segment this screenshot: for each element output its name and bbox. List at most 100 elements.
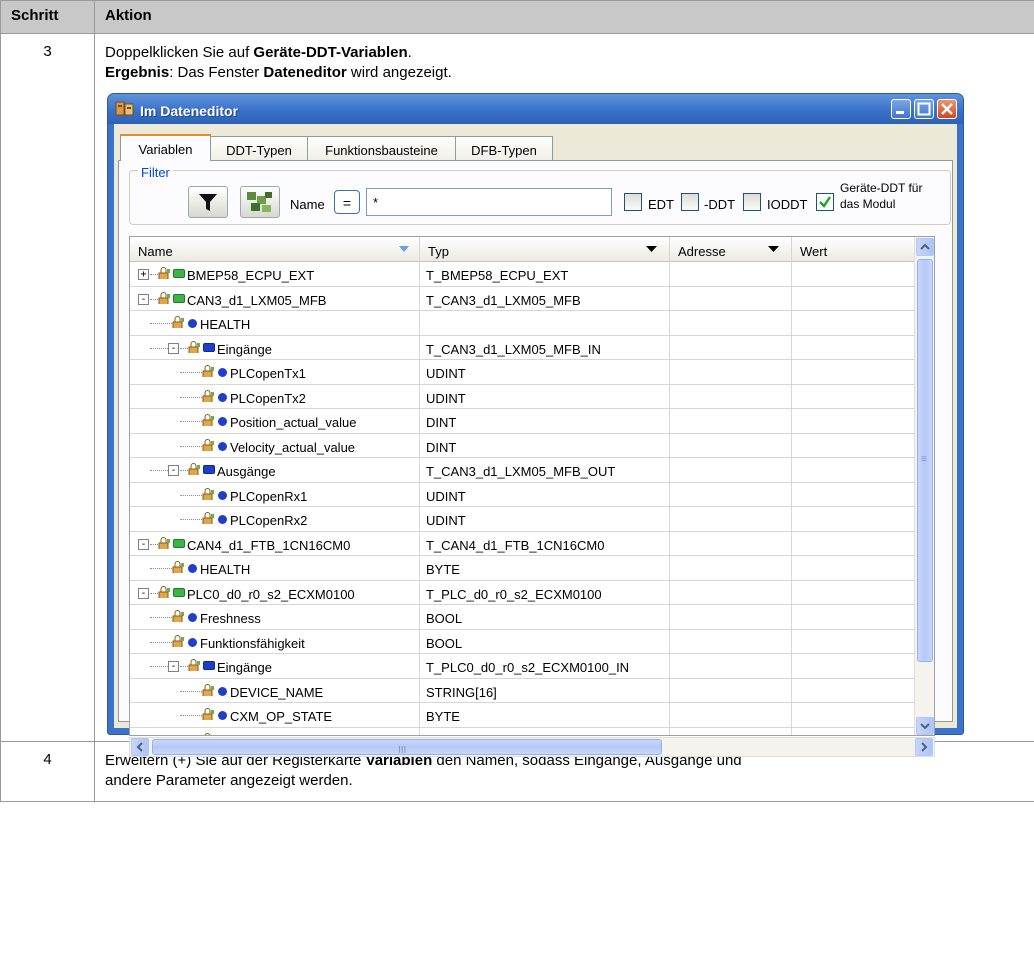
address-cell[interactable] <box>670 409 792 433</box>
value-cell[interactable] <box>792 580 916 604</box>
table-row[interactable]: - CAN3_d1_LXM05_MFB T_CAN3_d1_LXM05_MFB <box>130 286 916 311</box>
type-cell[interactable]: UDINT <box>420 482 670 506</box>
table-row[interactable]: + BMEP58_ECPU_EXT T_BMEP58_ECPU_EXT <box>130 262 916 287</box>
type-cell[interactable]: BYTE <box>420 556 670 580</box>
tab-variablen[interactable]: Variablen <box>120 134 211 161</box>
table-row[interactable]: - PLC0_d0_r0_s2_ECXM0100 T_PLC_d0_r0_s2_EC… <box>130 580 916 605</box>
value-cell[interactable] <box>792 482 916 506</box>
filter-funnel-button[interactable] <box>188 186 228 218</box>
value-cell[interactable] <box>792 703 916 727</box>
type-cell[interactable]: BOOL <box>420 605 670 629</box>
name-cell[interactable]: CXM_OP_STATE <box>130 703 420 727</box>
name-cell[interactable]: - Eingänge <box>130 654 420 678</box>
filter-structure-button[interactable] <box>240 186 280 218</box>
table-row[interactable]: PLCopenRx2 UDINT <box>130 507 916 532</box>
expand-icon[interactable]: + <box>138 269 149 280</box>
address-cell[interactable] <box>670 580 792 604</box>
type-cell[interactable]: T_CAN3_d1_LXM05_MFB_OUT <box>420 458 670 482</box>
value-cell[interactable] <box>792 409 916 433</box>
scroll-right-button[interactable] <box>915 738 933 756</box>
name-cell[interactable]: PLCopenRx2 <box>130 507 420 531</box>
table-row[interactable]: - Ausgänge T_CAN3_d1_LXM05_MFB_OUT <box>130 458 916 483</box>
name-cell[interactable]: Freshness <box>130 605 420 629</box>
type-cell[interactable]: T_CAN4_d1_FTB_1CN16CM0 <box>420 531 670 555</box>
address-cell[interactable] <box>670 360 792 384</box>
table-row[interactable]: DEVICE_NAME STRING[16] <box>130 678 916 703</box>
address-cell[interactable] <box>670 507 792 531</box>
name-cell[interactable]: - Eingänge <box>130 335 420 359</box>
table-row[interactable]: HEALTH <box>130 311 916 336</box>
collapse-icon[interactable]: - <box>168 661 179 672</box>
equals-button[interactable]: = <box>334 190 360 214</box>
table-row[interactable]: Funktionsfähigkeit BOOL <box>130 629 916 654</box>
type-cell[interactable]: T_PLC0_d0_r0_s2_ECXM0100_IN <box>420 654 670 678</box>
scroll-down-button[interactable] <box>916 717 934 735</box>
type-cell[interactable]: UDINT <box>420 384 670 408</box>
ioddt-checkbox[interactable] <box>743 193 761 211</box>
name-cell[interactable]: Velocity_actual_value <box>130 433 420 457</box>
value-cell[interactable] <box>792 384 916 408</box>
value-cell[interactable] <box>792 654 916 678</box>
table-row[interactable]: Position_actual_value DINT <box>130 409 916 434</box>
table-row[interactable]: CXM_REDUND_STATE BYTE <box>130 727 916 735</box>
name-cell[interactable]: HEALTH <box>130 311 420 335</box>
name-cell[interactable]: - CAN4_d1_FTB_1CN16CM0 <box>130 531 420 555</box>
horizontal-scrollbar[interactable]: III <box>129 737 935 757</box>
value-cell[interactable] <box>792 678 916 702</box>
name-cell[interactable]: - PLC0_d0_r0_s2_ECXM0100 <box>130 580 420 604</box>
value-cell[interactable] <box>792 262 916 286</box>
address-cell[interactable] <box>670 531 792 555</box>
address-cell[interactable] <box>670 629 792 653</box>
edt-checkbox[interactable] <box>624 193 642 211</box>
type-cell[interactable]: T_PLC_d0_r0_s2_ECXM0100 <box>420 580 670 604</box>
type-cell[interactable]: DINT <box>420 433 670 457</box>
vertical-scroll-thumb[interactable]: ≡ <box>917 259 933 662</box>
type-cell[interactable]: BOOL <box>420 629 670 653</box>
type-cell[interactable]: DINT <box>420 409 670 433</box>
tab-funktionsbausteine[interactable]: Funktionsbausteine <box>307 136 456 160</box>
type-cell[interactable]: UDINT <box>420 507 670 531</box>
device-ddt-checkbox[interactable] <box>816 193 834 211</box>
column-header-typ[interactable]: Typ <box>420 237 670 262</box>
name-cell[interactable]: PLCopenRx1 <box>130 482 420 506</box>
tab-dfb-typen[interactable]: DFB-Typen <box>455 136 553 160</box>
value-cell[interactable] <box>792 629 916 653</box>
value-cell[interactable] <box>792 605 916 629</box>
address-cell[interactable] <box>670 727 792 735</box>
value-cell[interactable] <box>792 311 916 335</box>
collapse-icon[interactable]: - <box>138 538 149 550</box>
value-cell[interactable] <box>792 556 916 580</box>
column-header-name[interactable]: Name <box>130 237 420 262</box>
maximize-button[interactable] <box>914 99 934 119</box>
collapse-icon[interactable]: - <box>138 587 149 599</box>
ddt-checkbox[interactable] <box>681 193 699 211</box>
type-cell[interactable]: UDINT <box>420 360 670 384</box>
minimize-button[interactable] <box>891 99 911 119</box>
address-cell[interactable] <box>670 262 792 286</box>
address-cell[interactable] <box>670 384 792 408</box>
column-header-adresse[interactable]: Adresse <box>670 237 792 262</box>
value-cell[interactable] <box>792 727 916 735</box>
value-cell[interactable] <box>792 531 916 555</box>
type-cell[interactable]: T_BMEP58_ECPU_EXT <box>420 262 670 286</box>
value-cell[interactable] <box>792 286 916 310</box>
scroll-up-button[interactable] <box>916 238 934 256</box>
name-cell[interactable]: - Ausgänge <box>130 458 420 482</box>
table-row[interactable]: PLCopenTx1 UDINT <box>130 360 916 385</box>
address-cell[interactable] <box>670 433 792 457</box>
address-cell[interactable] <box>670 703 792 727</box>
table-row[interactable]: PLCopenTx2 UDINT <box>130 384 916 409</box>
table-row[interactable]: - CAN4_d1_FTB_1CN16CM0 T_CAN4_d1_FTB_1CN16… <box>130 531 916 556</box>
value-cell[interactable] <box>792 507 916 531</box>
address-cell[interactable] <box>670 654 792 678</box>
address-cell[interactable] <box>670 678 792 702</box>
name-cell[interactable]: Position_actual_value <box>130 409 420 433</box>
close-button[interactable] <box>937 99 957 119</box>
type-cell[interactable]: T_CAN3_d1_LXM05_MFB_IN <box>420 335 670 359</box>
table-row[interactable]: CXM_OP_STATE BYTE <box>130 703 916 728</box>
address-cell[interactable] <box>670 311 792 335</box>
type-cell[interactable]: T_CAN3_d1_LXM05_MFB <box>420 286 670 310</box>
address-cell[interactable] <box>670 286 792 310</box>
name-cell[interactable]: Funktionsfähigkeit <box>130 629 420 653</box>
type-cell[interactable]: STRING[16] <box>420 678 670 702</box>
